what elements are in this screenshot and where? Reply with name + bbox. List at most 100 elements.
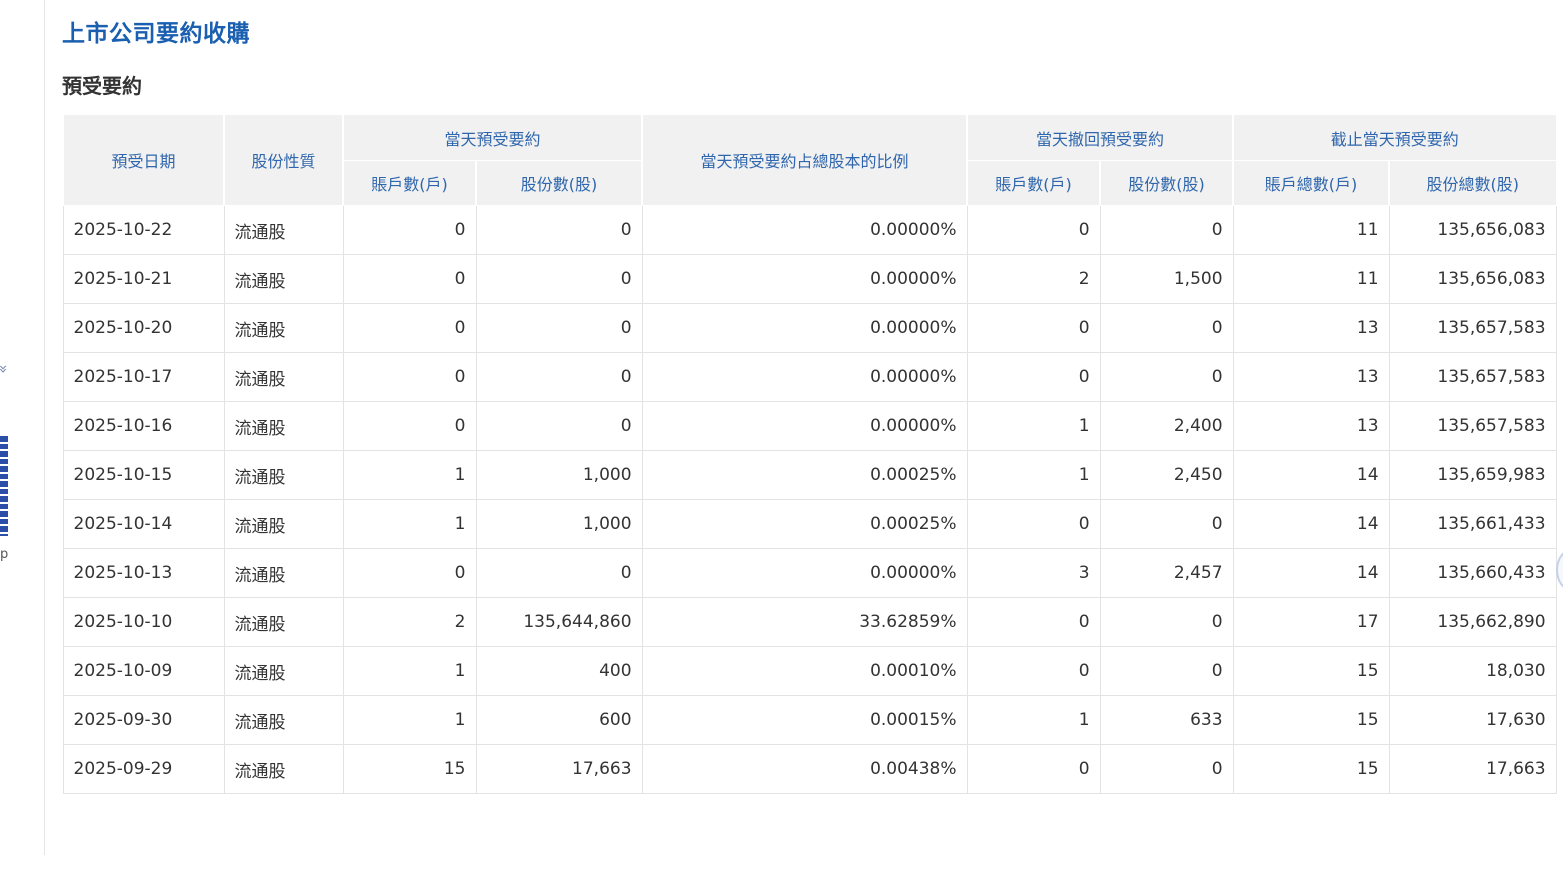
collapse-chevron-icon[interactable]: «	[0, 364, 12, 373]
cell-day-accept-shares: 0	[475, 303, 643, 353]
cell-withdraw-shares: 0	[1099, 352, 1234, 402]
cell-withdraw-accounts: 1	[966, 401, 1101, 451]
cell-cumulative-accounts: 14	[1232, 548, 1390, 598]
cell-cumulative-shares: 135,657,583	[1388, 352, 1557, 402]
header-day-accept-accounts: 賬戶數(戶)	[342, 160, 477, 206]
cell-day-accept-accounts: 0	[342, 352, 477, 402]
tender-offer-table: 預受日期 股份性質 當天預受要約 當天預受要約占總股本的比例 當天撤回預受要約 …	[62, 114, 1557, 794]
table-row: 2025-10-09 流通股 1 400 0.00010% 0 0 15 18,…	[62, 646, 1557, 696]
cell-date: 2025-10-14	[62, 499, 225, 549]
cell-cumulative-accounts: 13	[1232, 352, 1390, 402]
cell-cumulative-shares: 135,659,983	[1388, 450, 1557, 500]
cell-share-type: 流通股	[223, 401, 344, 451]
cell-day-accept-shares: 600	[475, 695, 643, 745]
cell-withdraw-shares: 0	[1099, 597, 1234, 647]
table-row: 2025-10-14 流通股 1 1,000 0.00025% 0 0 14 1…	[62, 499, 1557, 549]
cell-withdraw-accounts: 0	[966, 597, 1101, 647]
left-side-rail: « p	[0, 0, 45, 855]
cell-cumulative-shares: 135,656,083	[1388, 254, 1557, 304]
cell-withdraw-shares: 2,400	[1099, 401, 1234, 451]
table-row: 2025-10-22 流通股 0 0 0.00000% 0 0 11 135,6…	[62, 205, 1557, 255]
cell-day-accept-shares: 0	[475, 548, 643, 598]
cell-cumulative-accounts: 11	[1232, 205, 1390, 255]
cell-date: 2025-10-17	[62, 352, 225, 402]
header-ratio: 當天預受要約占總股本的比例	[641, 114, 968, 206]
cell-share-type: 流通股	[223, 499, 344, 549]
cell-ratio: 0.00000%	[641, 254, 968, 304]
cell-day-accept-shares: 0	[475, 401, 643, 451]
cell-ratio: 33.62859%	[641, 597, 968, 647]
cell-withdraw-accounts: 0	[966, 303, 1101, 353]
cell-withdraw-accounts: 0	[966, 205, 1101, 255]
cell-date: 2025-10-22	[62, 205, 225, 255]
cell-withdraw-shares: 633	[1099, 695, 1234, 745]
cell-cumulative-shares: 135,657,583	[1388, 303, 1557, 353]
cell-share-type: 流通股	[223, 352, 344, 402]
section-title: 預受要約	[62, 74, 142, 98]
cell-day-accept-accounts: 0	[342, 205, 477, 255]
cell-date: 2025-10-21	[62, 254, 225, 304]
header-date: 預受日期	[62, 114, 225, 206]
cell-date: 2025-10-16	[62, 401, 225, 451]
cell-ratio: 0.00000%	[641, 401, 968, 451]
table-row: 2025-09-29 流通股 15 17,663 0.00438% 0 0 15…	[62, 744, 1557, 794]
cell-withdraw-accounts: 0	[966, 744, 1101, 794]
cell-date: 2025-10-13	[62, 548, 225, 598]
cell-day-accept-accounts: 1	[342, 646, 477, 696]
cell-ratio: 0.00015%	[641, 695, 968, 745]
cell-withdraw-shares: 0	[1099, 744, 1234, 794]
cell-date: 2025-09-29	[62, 744, 225, 794]
cell-day-accept-accounts: 15	[342, 744, 477, 794]
cell-date: 2025-10-15	[62, 450, 225, 500]
cell-cumulative-shares: 135,656,083	[1388, 205, 1557, 255]
cell-withdraw-accounts: 1	[966, 450, 1101, 500]
cell-cumulative-accounts: 15	[1232, 695, 1390, 745]
cell-withdraw-shares: 0	[1099, 205, 1234, 255]
cell-ratio: 0.00438%	[641, 744, 968, 794]
table-row: 2025-10-15 流通股 1 1,000 0.00025% 1 2,450 …	[62, 450, 1557, 500]
cell-day-accept-shares: 1,000	[475, 450, 643, 500]
cell-share-type: 流通股	[223, 205, 344, 255]
header-withdraw-shares: 股份數(股)	[1099, 160, 1234, 206]
cell-ratio: 0.00000%	[641, 303, 968, 353]
cell-withdraw-accounts: 2	[966, 254, 1101, 304]
header-share-type: 股份性質	[223, 114, 344, 206]
cell-day-accept-shares: 0	[475, 352, 643, 402]
cell-cumulative-accounts: 13	[1232, 401, 1390, 451]
cell-day-accept-accounts: 0	[342, 303, 477, 353]
cell-date: 2025-10-10	[62, 597, 225, 647]
cell-cumulative-accounts: 14	[1232, 499, 1390, 549]
cell-withdraw-accounts: 3	[966, 548, 1101, 598]
cell-withdraw-shares: 0	[1099, 646, 1234, 696]
header-withdraw-group: 當天撤回預受要約	[966, 114, 1234, 161]
cell-cumulative-shares: 135,662,890	[1388, 597, 1557, 647]
cell-day-accept-shares: 135,644,860	[475, 597, 643, 647]
qr-code-icon[interactable]	[0, 436, 8, 536]
floating-action-button[interactable]	[1556, 548, 1563, 592]
header-cumulative-accounts: 賬戶總數(戶)	[1232, 160, 1390, 206]
header-withdraw-accounts: 賬戶數(戶)	[966, 160, 1101, 206]
cell-share-type: 流通股	[223, 450, 344, 500]
header-day-accept-group: 當天預受要約	[341, 114, 643, 161]
cell-day-accept-accounts: 0	[342, 254, 477, 304]
table-row: 2025-10-21 流通股 0 0 0.00000% 2 1,500 11 1…	[62, 254, 1557, 304]
cell-cumulative-shares: 17,663	[1388, 744, 1557, 794]
cell-cumulative-accounts: 14	[1232, 450, 1390, 500]
cell-share-type: 流通股	[223, 548, 344, 598]
cell-cumulative-accounts: 13	[1232, 303, 1390, 353]
cell-ratio: 0.00025%	[641, 450, 968, 500]
cell-day-accept-accounts: 2	[342, 597, 477, 647]
cell-day-accept-accounts: 0	[342, 548, 477, 598]
cell-share-type: 流通股	[223, 695, 344, 745]
cell-withdraw-shares: 1,500	[1099, 254, 1234, 304]
cell-withdraw-shares: 2,457	[1099, 548, 1234, 598]
cell-day-accept-shares: 1,000	[475, 499, 643, 549]
cell-cumulative-shares: 18,030	[1388, 646, 1557, 696]
cell-withdraw-shares: 2,450	[1099, 450, 1234, 500]
cell-ratio: 0.00000%	[641, 205, 968, 255]
cell-ratio: 0.00010%	[641, 646, 968, 696]
header-cumulative-shares: 股份總數(股)	[1388, 160, 1557, 206]
page-title: 上市公司要約收購	[62, 21, 250, 47]
cell-share-type: 流通股	[223, 597, 344, 647]
cell-cumulative-accounts: 17	[1232, 597, 1390, 647]
